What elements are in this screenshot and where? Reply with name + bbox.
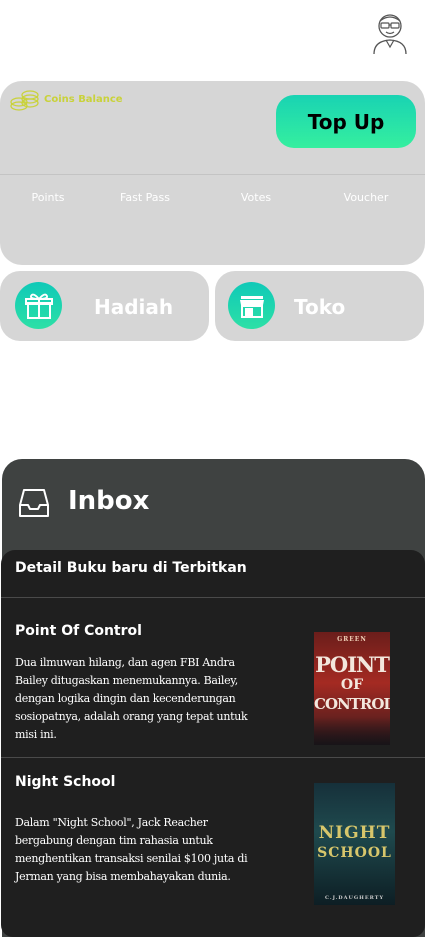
book-title: Night School xyxy=(15,774,116,790)
divider xyxy=(1,757,425,758)
stat-points[interactable]: Points xyxy=(31,191,64,204)
divider xyxy=(1,597,425,598)
hadiah-label: Hadiah xyxy=(94,295,174,319)
hadiah-card[interactable]: Hadiah xyxy=(0,271,209,341)
notice-title: Detail Buku baru di Terbitkan xyxy=(15,560,247,576)
cover-title-line: NIGHT xyxy=(318,823,391,843)
book-cover: NIGHT SCHOOL C.J.DAUGHERTY xyxy=(314,783,395,905)
book-title: Point Of Control xyxy=(15,623,142,639)
book-description: Dalam "Night School", Jack Reacher berga… xyxy=(15,816,248,883)
gift-icon xyxy=(15,282,62,329)
stat-fast-pass[interactable]: Fast Pass xyxy=(120,191,170,204)
coins-balance-label: Coins Balance xyxy=(44,94,123,105)
book-description: Dua ilmuwan hilang, dan agen FBI Andra B… xyxy=(15,656,248,741)
divider xyxy=(0,174,425,175)
inbox-tray-icon xyxy=(18,487,50,519)
user-avatar-icon[interactable] xyxy=(372,11,408,55)
inbox-title: Inbox xyxy=(68,486,150,516)
cover-title-line: SCHOOL xyxy=(317,845,392,861)
store-icon xyxy=(228,282,275,329)
coins-icon xyxy=(10,89,40,111)
cover-title-line: CONTROL xyxy=(314,695,390,713)
coins-balance-card: Coins Balance Top Up Points Fast Pass Vo… xyxy=(0,81,425,265)
cover-title-line: OF xyxy=(340,677,364,693)
toko-card[interactable]: Toko xyxy=(215,271,424,341)
cover-author: GREEN xyxy=(337,636,367,643)
inbox-list: Detail Buku baru di Terbitkan Point Of C… xyxy=(1,550,425,937)
cover-title-line: POINT xyxy=(315,652,390,677)
stat-voucher[interactable]: Voucher xyxy=(344,191,389,204)
book-cover: GREEN POINT OF CONTROL xyxy=(314,632,390,745)
toko-label: Toko xyxy=(294,295,346,319)
top-up-button[interactable]: Top Up xyxy=(276,95,416,148)
stat-votes[interactable]: Votes xyxy=(241,191,271,204)
cover-author: C.J.DAUGHERTY xyxy=(324,895,385,901)
